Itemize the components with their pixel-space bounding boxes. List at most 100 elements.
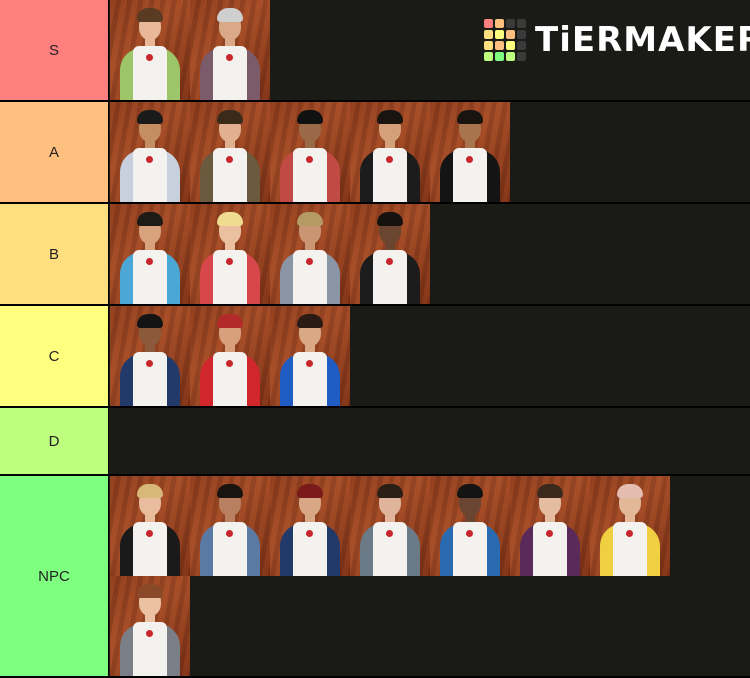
logo-grid-square [506, 41, 515, 50]
contestant-hair [137, 8, 163, 22]
contestant-hair [297, 110, 323, 124]
contestant-apron [213, 46, 247, 100]
contestant-card[interactable] [190, 102, 270, 202]
contestant-apron [453, 148, 487, 202]
contestant-apron [293, 250, 327, 304]
contestant-apron [373, 250, 407, 304]
tier-row-b: B [0, 204, 750, 306]
contestant-hair [537, 484, 563, 498]
logo-grid-square [495, 52, 504, 61]
contestant-hair [457, 110, 483, 124]
contestant-card[interactable] [270, 306, 350, 406]
tier-items-d [110, 408, 750, 474]
contestant-apron [213, 250, 247, 304]
contestant-card[interactable] [430, 476, 510, 576]
contestant-hair [297, 212, 323, 226]
logo-grid-square [484, 19, 493, 28]
logo-grid-square [506, 19, 515, 28]
tier-row-c: C [0, 306, 750, 408]
contestant-apron [213, 148, 247, 202]
tier-label-d[interactable]: D [0, 408, 109, 474]
contestant-card[interactable] [590, 476, 670, 576]
contestant-apron [213, 352, 247, 406]
contestant-card[interactable] [110, 476, 190, 576]
logo-text: TiERMAKER [535, 20, 750, 60]
contestant-card[interactable] [350, 476, 430, 576]
contestant-apron [133, 250, 167, 304]
contestant-apron [373, 148, 407, 202]
contestant-apron [293, 522, 327, 576]
contestant-hair [297, 314, 323, 328]
contestant-card[interactable] [110, 306, 190, 406]
contestant-hair [217, 110, 243, 124]
tier-label-npc[interactable]: NPC [0, 476, 109, 676]
logo-grid-icon [484, 19, 526, 61]
logo-grid-square [517, 19, 526, 28]
contestant-card[interactable] [270, 102, 350, 202]
contestant-apron [133, 46, 167, 100]
contestant-card[interactable] [510, 476, 590, 576]
contestant-apron [453, 522, 487, 576]
contestant-apron [213, 522, 247, 576]
contestant-apron [533, 522, 567, 576]
contestant-card[interactable] [350, 204, 430, 304]
contestant-apron [133, 622, 167, 676]
contestant-hair [217, 8, 243, 22]
logo-grid-square [517, 41, 526, 50]
contestant-card[interactable] [430, 102, 510, 202]
tier-label-c[interactable]: C [0, 306, 109, 406]
tier-row-d: D [0, 408, 750, 476]
tier-row-npc: NPC [0, 476, 750, 678]
logo-grid-square [484, 30, 493, 39]
contestant-apron [293, 352, 327, 406]
logo-grid-square [506, 52, 515, 61]
contestant-card[interactable] [190, 306, 270, 406]
tier-items-npc [110, 476, 750, 676]
contestant-card[interactable] [110, 204, 190, 304]
contestant-card[interactable] [190, 476, 270, 576]
contestant-apron [133, 148, 167, 202]
contestant-hair [137, 110, 163, 124]
contestant-card[interactable] [110, 102, 190, 202]
contestant-hair [377, 212, 403, 226]
tier-list: S A B C D NPC TiERMAKER [0, 0, 750, 678]
contestant-card[interactable] [350, 102, 430, 202]
contestant-hair [297, 484, 323, 498]
contestant-apron [133, 522, 167, 576]
contestant-apron [373, 522, 407, 576]
contestant-apron [293, 148, 327, 202]
contestant-card[interactable] [270, 204, 350, 304]
contestant-hair [377, 484, 403, 498]
logo-grid-square [495, 30, 504, 39]
tier-label-b[interactable]: B [0, 204, 109, 304]
logo-grid-square [517, 52, 526, 61]
tier-items-b [110, 204, 750, 304]
contestant-hair [137, 212, 163, 226]
contestant-card[interactable] [190, 204, 270, 304]
contestant-hair [217, 314, 243, 328]
logo-grid-square [506, 30, 515, 39]
contestant-hair [137, 484, 163, 498]
tier-items-c [110, 306, 750, 406]
logo-grid-square [495, 19, 504, 28]
logo-grid-square [484, 41, 493, 50]
contestant-apron [613, 522, 647, 576]
tier-items-a [110, 102, 750, 202]
contestant-card[interactable] [190, 0, 270, 100]
tiermaker-logo[interactable]: TiERMAKER [484, 17, 750, 63]
logo-grid-square [495, 41, 504, 50]
tier-label-s[interactable]: S [0, 0, 109, 100]
contestant-apron [133, 352, 167, 406]
contestant-card[interactable] [110, 576, 190, 676]
logo-grid-square [517, 30, 526, 39]
contestant-hair [137, 314, 163, 328]
contestant-card[interactable] [270, 476, 350, 576]
tier-row-a: A [0, 102, 750, 204]
contestant-hair [137, 584, 163, 598]
tier-label-a[interactable]: A [0, 102, 109, 202]
contestant-hair [217, 484, 243, 498]
contestant-card[interactable] [110, 0, 190, 100]
contestant-hair [377, 110, 403, 124]
logo-grid-square [484, 52, 493, 61]
contestant-hair [217, 212, 243, 226]
